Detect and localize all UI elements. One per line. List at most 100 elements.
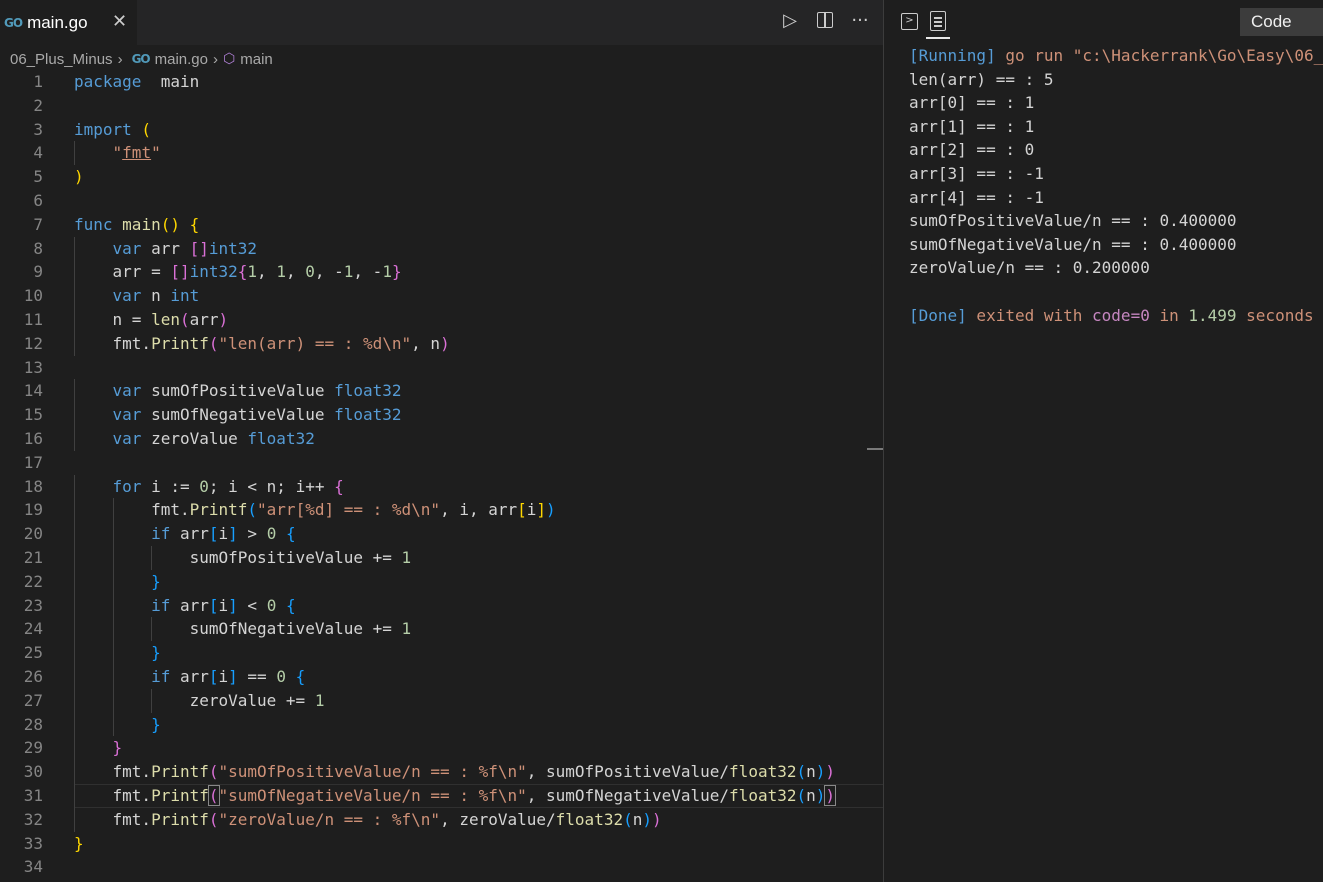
code-line[interactable]: 3 import ( xyxy=(0,118,883,142)
code-token: [] xyxy=(170,262,190,282)
output-line: arr[3] == : -1 xyxy=(909,162,1323,186)
code-text: ) xyxy=(74,165,84,189)
code-line[interactable]: 21 sumOfPositiveValue += 1 xyxy=(0,545,883,570)
code-line[interactable]: 29 } xyxy=(0,736,883,761)
code-line[interactable]: 25 } xyxy=(0,641,883,665)
code-token: if xyxy=(151,666,171,686)
code-line[interactable]: 17 xyxy=(0,451,883,475)
scrollbar-marker[interactable] xyxy=(867,448,883,450)
code-text: fmt.Printf("sumOfNegativeValue/n == : %f… xyxy=(74,784,837,808)
code-token: ( xyxy=(796,762,807,782)
code-line[interactable]: 4 "fmt" xyxy=(0,141,883,166)
code-line[interactable]: 12 fmt.Printf("len(arr) == : %d\n", n) xyxy=(0,331,883,356)
code-token: i xyxy=(218,595,229,615)
code-line[interactable]: 27 zeroValue += 1 xyxy=(0,688,883,713)
code-line[interactable]: 30 fmt.Printf("sumOfPositiveValue/n == :… xyxy=(0,760,883,784)
code-line[interactable]: 33} xyxy=(0,832,883,856)
code-token: main xyxy=(141,72,200,91)
code-line[interactable]: 2 xyxy=(0,94,883,118)
code-token: ) xyxy=(440,333,450,353)
code-area[interactable]: 1 package main 2 3 import (4 "fmt" 5) 6 7 func m… xyxy=(0,70,883,879)
code-line[interactable]: 9 arr = []int32{1, 1, 0, -1, -1} xyxy=(0,260,883,285)
breadcrumb-file[interactable]: main.go xyxy=(155,51,208,68)
code-token: Printf xyxy=(151,809,209,829)
code-line[interactable]: 13 xyxy=(0,356,883,380)
code-line[interactable]: 1 package main xyxy=(0,70,883,94)
code-line[interactable]: 28 } xyxy=(0,712,883,737)
code-token: 0 xyxy=(266,595,277,615)
code-line[interactable]: 24 sumOfNegativeValue += 1 xyxy=(0,617,883,642)
code-token: < xyxy=(237,595,267,615)
code-token: if xyxy=(151,595,171,615)
code-token: float32 xyxy=(729,762,797,782)
code-line[interactable]: 19 fmt.Printf("arr[%d] == : %d\n", i, ar… xyxy=(0,498,883,523)
code-token: 0 xyxy=(305,262,315,282)
code-token: ] xyxy=(228,595,238,615)
code-text: package main xyxy=(74,70,199,94)
code-token: i xyxy=(218,524,229,544)
tab-main-go[interactable]: GO main.go ✕ xyxy=(0,0,137,45)
code-token: ) xyxy=(642,809,653,829)
line-number: 1 xyxy=(33,72,43,91)
code-token: } xyxy=(151,643,161,663)
code-token: Printf xyxy=(151,785,209,805)
close-icon[interactable]: ✕ xyxy=(112,11,127,32)
run-icon[interactable]: ▷ xyxy=(781,10,799,31)
output-line: arr[4] == : -1 xyxy=(909,186,1323,210)
code-line[interactable]: 5) xyxy=(0,165,883,189)
code-line[interactable]: 11 n = len(arr) xyxy=(0,307,883,332)
code-line[interactable]: 22 } xyxy=(0,569,883,594)
code-line[interactable]: 7 func main() { xyxy=(0,213,883,237)
code-token: " xyxy=(151,143,161,163)
line-number: 17 xyxy=(23,452,43,472)
line-number: 28 xyxy=(23,714,43,734)
code-text: fmt.Printf("len(arr) == : %d\n", n) xyxy=(74,332,450,356)
breadcrumb: 06_Plus_Minus › GO main.go › ⬡ main xyxy=(10,46,273,72)
code-line[interactable]: 23 if arr[i] < 0 { xyxy=(0,593,883,618)
code-line[interactable]: 34 xyxy=(0,855,883,879)
split-editor-icon[interactable] xyxy=(816,10,834,31)
output-line: [Done] exited with code=0 in 1.499 secon… xyxy=(909,304,1323,328)
code-token: > xyxy=(237,524,267,544)
code-line[interactable]: 10 var n int xyxy=(0,284,883,308)
code-line[interactable]: 14 var sumOfPositiveValue float32 xyxy=(0,379,883,404)
breadcrumb-folder[interactable]: 06_Plus_Minus xyxy=(10,51,113,68)
output-token: in xyxy=(1149,305,1189,325)
code-token: { xyxy=(237,262,248,282)
more-actions-icon[interactable]: ··· xyxy=(851,10,869,31)
code-token: arr = xyxy=(74,262,171,282)
code-token: fmt. xyxy=(74,762,152,782)
output-line: zeroValue/n == : 0.200000 xyxy=(909,256,1323,280)
active-tab-indicator xyxy=(926,37,950,39)
code-token: Printf xyxy=(151,762,209,782)
terminal-icon[interactable]: > xyxy=(901,13,918,30)
code-line[interactable]: 8 var arr []int32 xyxy=(0,236,883,261)
output-icon[interactable] xyxy=(930,11,946,31)
code-line[interactable]: 6 xyxy=(0,189,883,213)
code-token: float32 xyxy=(729,785,797,805)
code-line[interactable]: 32 fmt.Printf("zeroValue/n == : %f\n", z… xyxy=(0,807,883,832)
code-token: ) xyxy=(74,167,84,187)
code-token: { xyxy=(334,476,344,496)
output-line: arr[0] == : 1 xyxy=(909,91,1323,115)
code-line[interactable]: 26 if arr[i] == 0 { xyxy=(0,664,883,689)
output-channel-select[interactable]: Code xyxy=(1240,8,1323,36)
code-line[interactable]: 31 fmt.Printf("sumOfNegativeValue/n == :… xyxy=(0,783,883,808)
code-token: "arr[%d] == : %d\n" xyxy=(257,500,441,520)
code-token: float32 xyxy=(334,405,402,425)
output-line: arr[1] == : 1 xyxy=(909,115,1323,139)
code-line[interactable]: 20 if arr[i] > 0 { xyxy=(0,522,883,546)
code-line[interactable]: 18 for i := 0; i < n; i++ { xyxy=(0,474,883,499)
code-token: , i, arr xyxy=(440,500,518,520)
code-token: n xyxy=(806,762,816,782)
code-line[interactable]: 16 var zeroValue float32 xyxy=(0,426,883,451)
code-line[interactable]: 15 var sumOfNegativeValue float32 xyxy=(0,403,883,427)
line-number: 31 xyxy=(23,785,43,805)
breadcrumb-symbol[interactable]: main xyxy=(240,51,273,68)
code-token: for xyxy=(112,476,142,496)
chevron-right-icon: › xyxy=(117,50,123,68)
output-line: sumOfPositiveValue/n == : 0.400000 xyxy=(909,209,1323,233)
